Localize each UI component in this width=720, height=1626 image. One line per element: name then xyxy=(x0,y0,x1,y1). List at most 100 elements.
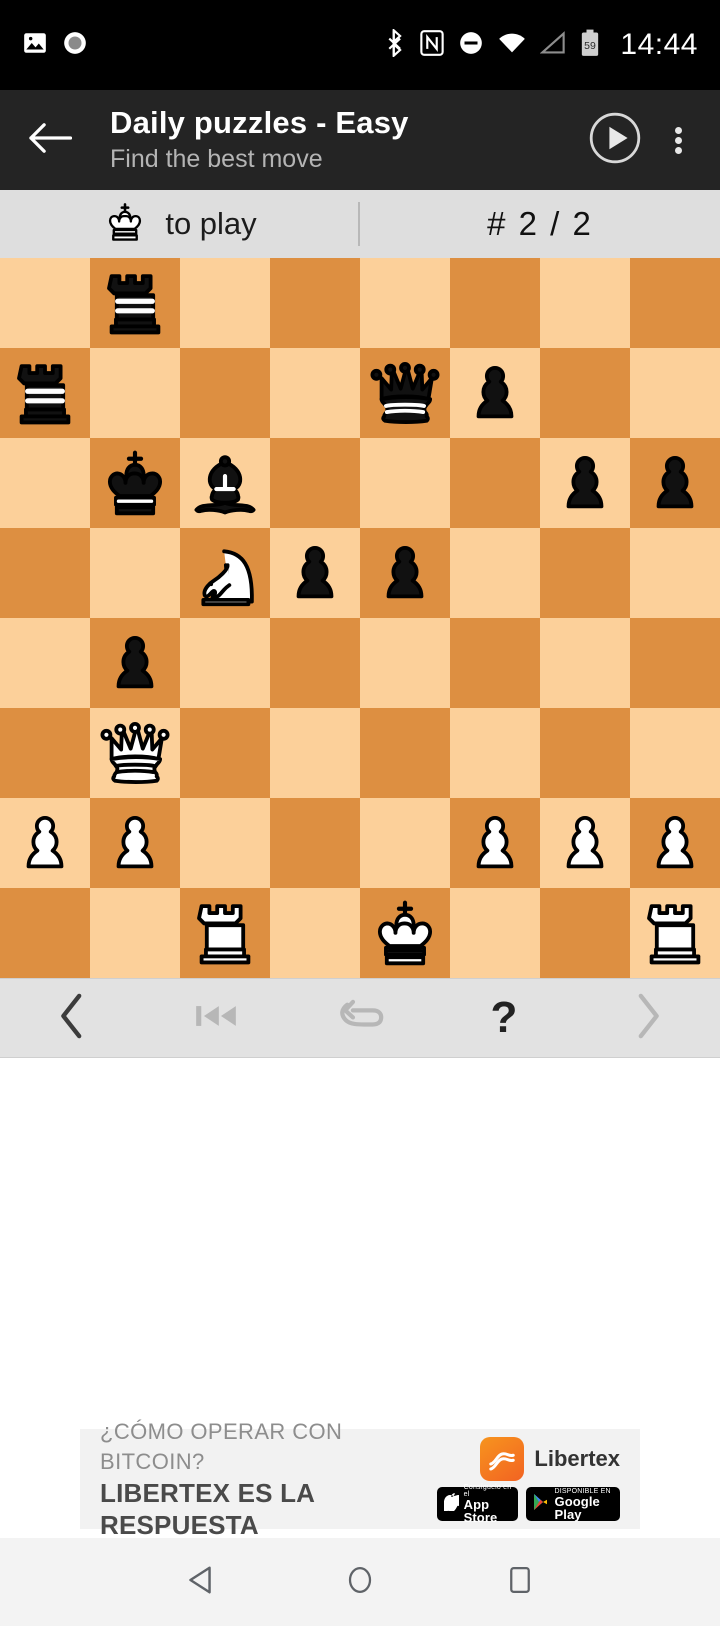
board-square-c7[interactable] xyxy=(180,348,270,438)
ad-banner[interactable]: ¿CÓMO OPERAR CON BITCOIN? LIBERTEX ES LA… xyxy=(80,1419,640,1540)
black-rook-icon[interactable] xyxy=(96,264,174,342)
board-square-g3[interactable] xyxy=(540,708,630,798)
board-square-h2[interactable] xyxy=(630,798,720,888)
white-pawn-icon[interactable] xyxy=(546,804,624,882)
board-square-d8[interactable] xyxy=(270,258,360,348)
board-square-d1[interactable] xyxy=(270,888,360,978)
board-square-b6[interactable] xyxy=(90,438,180,528)
play-button[interactable] xyxy=(586,111,644,169)
black-pawn-icon[interactable] xyxy=(276,534,354,612)
white-pawn-icon[interactable] xyxy=(456,804,534,882)
board-square-b2[interactable] xyxy=(90,798,180,888)
black-pawn-icon[interactable] xyxy=(546,444,624,522)
board-square-c3[interactable] xyxy=(180,708,270,798)
back-button[interactable] xyxy=(22,112,78,168)
board-square-c4[interactable] xyxy=(180,618,270,708)
board-square-d5[interactable] xyxy=(270,528,360,618)
app-store-badge[interactable]: Consíguelo en el App Store xyxy=(436,1484,519,1524)
next-puzzle-button[interactable] xyxy=(576,979,720,1057)
black-queen-icon[interactable] xyxy=(366,354,444,432)
board-square-h1[interactable] xyxy=(630,888,720,978)
board-square-f7[interactable] xyxy=(450,348,540,438)
board-square-e5[interactable] xyxy=(360,528,450,618)
undo-move-button[interactable] xyxy=(288,979,432,1057)
board-square-h7[interactable] xyxy=(630,348,720,438)
board-square-e4[interactable] xyxy=(360,618,450,708)
board-square-b4[interactable] xyxy=(90,618,180,708)
white-rook-icon[interactable] xyxy=(186,894,264,972)
board-square-e8[interactable] xyxy=(360,258,450,348)
board-square-g1[interactable] xyxy=(540,888,630,978)
white-queen-icon[interactable] xyxy=(96,714,174,792)
board-square-h8[interactable] xyxy=(630,258,720,348)
nav-recents-button[interactable] xyxy=(480,1552,560,1612)
board-square-e3[interactable] xyxy=(360,708,450,798)
white-pawn-icon[interactable] xyxy=(96,804,174,882)
board-square-a4[interactable] xyxy=(0,618,90,708)
board-square-f1[interactable] xyxy=(450,888,540,978)
previous-puzzle-button[interactable] xyxy=(0,979,144,1057)
board-square-a7[interactable] xyxy=(0,348,90,438)
black-bishop-icon[interactable] xyxy=(186,444,264,522)
board-square-g5[interactable] xyxy=(540,528,630,618)
board-square-c1[interactable] xyxy=(180,888,270,978)
board-square-e2[interactable] xyxy=(360,798,450,888)
board-square-b3[interactable] xyxy=(90,708,180,798)
white-pawn-icon[interactable] xyxy=(6,804,84,882)
chess-board[interactable] xyxy=(0,258,720,978)
board-square-f6[interactable] xyxy=(450,438,540,528)
board-square-a1[interactable] xyxy=(0,888,90,978)
board-square-g2[interactable] xyxy=(540,798,630,888)
hint-button[interactable]: ? xyxy=(432,979,576,1057)
board-square-c6[interactable] xyxy=(180,438,270,528)
board-square-a8[interactable] xyxy=(0,258,90,348)
board-square-f4[interactable] xyxy=(450,618,540,708)
board-square-h4[interactable] xyxy=(630,618,720,708)
board-square-h3[interactable] xyxy=(630,708,720,798)
board-square-g7[interactable] xyxy=(540,348,630,438)
board-square-c2[interactable] xyxy=(180,798,270,888)
board-square-f3[interactable] xyxy=(450,708,540,798)
google-play-badge[interactable]: DISPONIBLE EN Google Play xyxy=(526,1487,620,1521)
board-square-d4[interactable] xyxy=(270,618,360,708)
black-pawn-icon[interactable] xyxy=(636,444,714,522)
nav-home-button[interactable] xyxy=(320,1552,400,1612)
nav-back-button[interactable] xyxy=(160,1552,240,1612)
board-square-f5[interactable] xyxy=(450,528,540,618)
board-square-a3[interactable] xyxy=(0,708,90,798)
board-square-a2[interactable] xyxy=(0,798,90,888)
black-pawn-icon[interactable] xyxy=(366,534,444,612)
board-square-b1[interactable] xyxy=(90,888,180,978)
board-square-d2[interactable] xyxy=(270,798,360,888)
board-square-g6[interactable] xyxy=(540,438,630,528)
board-square-h5[interactable] xyxy=(630,528,720,618)
board-square-f2[interactable] xyxy=(450,798,540,888)
board-square-d3[interactable] xyxy=(270,708,360,798)
board-square-e1[interactable] xyxy=(360,888,450,978)
white-pawn-icon[interactable] xyxy=(636,804,714,882)
board-square-d7[interactable] xyxy=(270,348,360,438)
black-pawn-icon[interactable] xyxy=(456,354,534,432)
white-rook-icon[interactable] xyxy=(636,894,714,972)
white-knight-icon[interactable] xyxy=(186,534,264,612)
black-king-icon[interactable] xyxy=(96,444,174,522)
board-square-b7[interactable] xyxy=(90,348,180,438)
board-square-e7[interactable] xyxy=(360,348,450,438)
board-square-b5[interactable] xyxy=(90,528,180,618)
first-move-button[interactable] xyxy=(144,979,288,1057)
board-square-h6[interactable] xyxy=(630,438,720,528)
board-square-c5[interactable] xyxy=(180,528,270,618)
ad-container[interactable]: ¿CÓMO OPERAR CON BITCOIN? LIBERTEX ES LA… xyxy=(0,1419,720,1540)
overflow-menu-button[interactable] xyxy=(658,111,698,169)
black-rook-icon[interactable] xyxy=(6,354,84,432)
board-square-a5[interactable] xyxy=(0,528,90,618)
board-square-f8[interactable] xyxy=(450,258,540,348)
black-pawn-icon[interactable] xyxy=(96,624,174,702)
board-square-g8[interactable] xyxy=(540,258,630,348)
board-square-g4[interactable] xyxy=(540,618,630,708)
board-square-e6[interactable] xyxy=(360,438,450,528)
board-square-d6[interactable] xyxy=(270,438,360,528)
board-square-b8[interactable] xyxy=(90,258,180,348)
white-king-icon[interactable] xyxy=(366,894,444,972)
board-square-c8[interactable] xyxy=(180,258,270,348)
